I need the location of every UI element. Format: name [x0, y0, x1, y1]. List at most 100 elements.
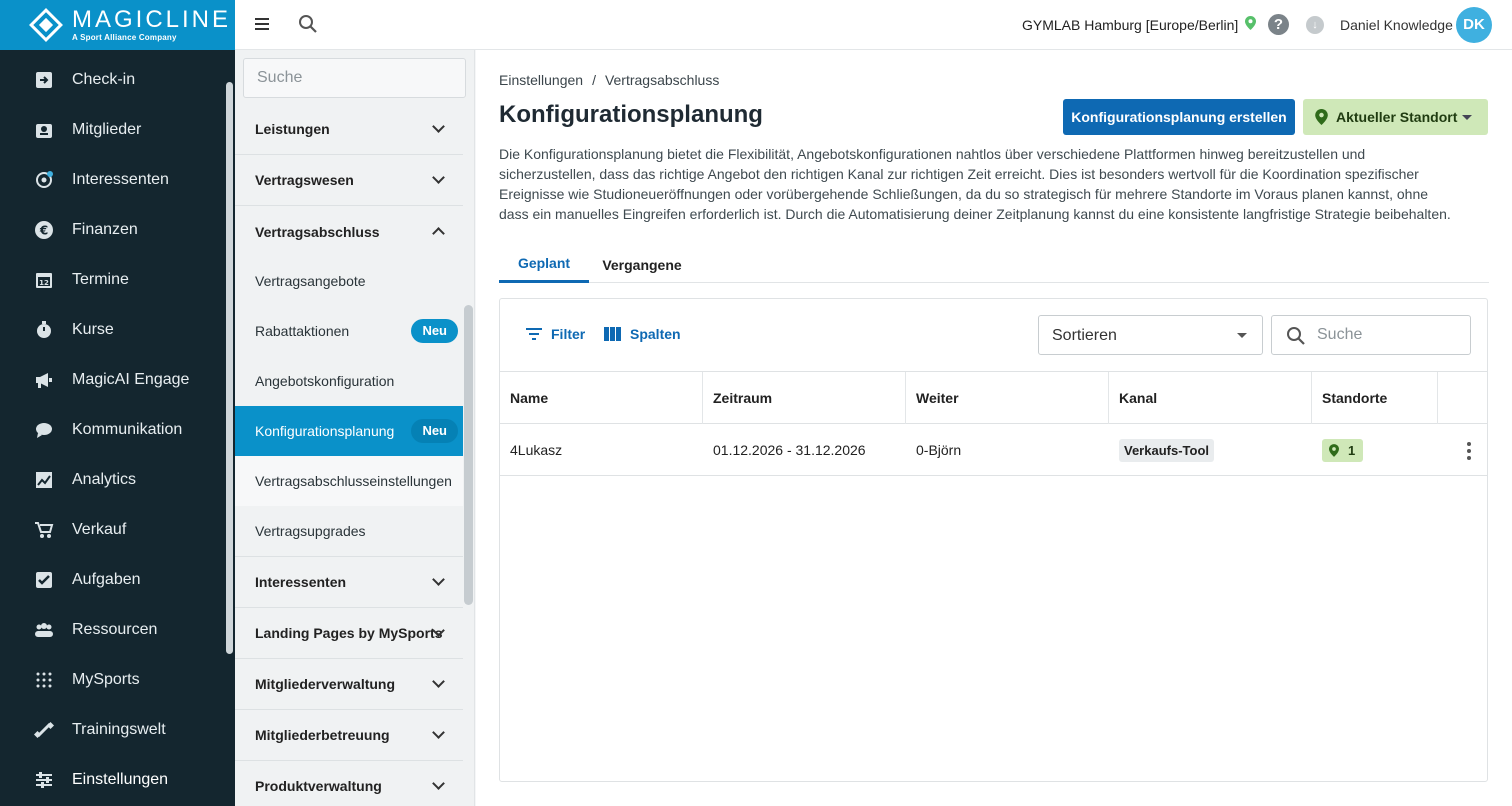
submenu-section-mitgliederverwaltung[interactable]: Mitgliederverwaltung: [235, 659, 463, 710]
nav-item-ressourcen[interactable]: Ressourcen: [0, 605, 225, 655]
top-bar: GYMLAB Hamburg [Europe/Berlin] ? ↓ Danie…: [235, 0, 1512, 50]
chevron-down-icon: [432, 171, 445, 184]
nav-label: Analytics: [72, 471, 137, 488]
submenu-section-vertragswesen[interactable]: Vertragswesen: [235, 155, 463, 206]
submenu-item-angebotskonfiguration[interactable]: Angebotskonfiguration: [235, 356, 463, 406]
table-search-placeholder: Suche: [1317, 326, 1363, 343]
column-header-kanal[interactable]: Kanal: [1109, 372, 1312, 424]
nav-label: Check-in: [72, 71, 136, 88]
column-header-name[interactable]: Name: [500, 372, 703, 424]
magicline-logo-icon: [28, 7, 64, 43]
nav-item-einstellungen[interactable]: Einstellungen: [0, 755, 225, 805]
submenu-item-vertragsupgrades[interactable]: Vertragsupgrades: [235, 506, 463, 557]
megaphone-icon: [34, 370, 54, 390]
sliders-icon: [34, 770, 54, 790]
table-header: Name Zeitraum Weiter Kanal Standorte: [500, 372, 1487, 424]
item-label: Vertragsangebote: [255, 273, 366, 289]
settings-submenu: Suche Leistungen Vertragswesen Vertragsa…: [235, 50, 475, 806]
dots-grid-icon: [34, 670, 54, 690]
submenu-item-konfigurationsplanung[interactable]: Konfigurationsplanung Neu: [235, 406, 463, 456]
tab-vergangene[interactable]: Vergangene: [595, 246, 689, 283]
nav-item-trainingswelt[interactable]: Trainingswelt: [0, 705, 225, 755]
nav-item-aufgaben[interactable]: Aufgaben: [0, 555, 225, 605]
submenu-item-rabattaktionen[interactable]: Rabattaktionen Neu: [235, 306, 463, 356]
submenu-scrollbar[interactable]: [464, 305, 473, 605]
locations-count: 1: [1348, 442, 1356, 458]
nav-item-check-in[interactable]: Check-in: [0, 55, 225, 105]
filter-button[interactable]: Filter: [526, 326, 585, 342]
nav-label: MagicAI Engage: [72, 371, 190, 388]
current-location-label: Aktueller Standort: [1336, 109, 1458, 125]
nav-item-magicai-engage[interactable]: MagicAI Engage: [0, 355, 225, 405]
location-selector[interactable]: GYMLAB Hamburg [Europe/Berlin]: [1022, 16, 1257, 33]
avatar[interactable]: DK: [1456, 7, 1492, 43]
chevron-down-icon: [432, 573, 445, 586]
columns-button[interactable]: Spalten: [604, 326, 681, 342]
caret-down-icon: [1462, 115, 1472, 120]
submenu-section-landing-pages[interactable]: Landing Pages by MySports: [235, 608, 463, 659]
map-pin-icon: [1329, 443, 1339, 457]
chevron-down-icon: [432, 726, 445, 739]
cell-channel: Verkaufs-Tool: [1109, 424, 1312, 476]
brand-tagline: A Sport Alliance Company: [72, 33, 177, 42]
columns-label: Spalten: [630, 326, 681, 342]
column-header-weiter[interactable]: Weiter: [906, 372, 1109, 424]
search-icon: [1287, 327, 1305, 345]
table-panel: Filter Spalten Sortieren Suche Name Zeit…: [499, 298, 1488, 782]
column-header-zeitraum[interactable]: Zeitraum: [703, 372, 906, 424]
members-icon: [34, 120, 54, 140]
sidebar-scrollbar[interactable]: [226, 82, 233, 654]
submenu-section-mitgliederbetreuung[interactable]: Mitgliederbetreuung: [235, 710, 463, 761]
nav-label: Verkauf: [72, 521, 127, 538]
filter-label: Filter: [551, 326, 586, 342]
nav-item-kommunikation[interactable]: Kommunikation: [0, 405, 225, 455]
table-row[interactable]: 4Lukasz 01.12.2026 - 31.12.2026 0-Björn …: [500, 424, 1487, 476]
nav-item-verkauf[interactable]: Verkauf: [0, 505, 225, 555]
cell-locations: 1: [1312, 424, 1438, 476]
nav-item-analytics[interactable]: Analytics: [0, 455, 225, 505]
nav-item-kurse[interactable]: Kurse: [0, 305, 225, 355]
section-label: Vertragsabschluss: [255, 223, 380, 240]
submenu-section-interessenten[interactable]: Interessenten: [235, 557, 463, 608]
page-title: Konfigurationsplanung: [499, 101, 763, 128]
submenu-item-vertragsangebote[interactable]: Vertragsangebote: [235, 256, 463, 306]
sort-placeholder: Sortieren: [1052, 327, 1117, 344]
nav-label: Termine: [72, 271, 129, 288]
map-pin-icon: [1245, 16, 1257, 33]
submenu-section-vertragsabschluss[interactable]: Vertragsabschluss: [235, 206, 463, 257]
tab-geplant[interactable]: Geplant: [499, 246, 589, 283]
item-label: Rabattaktionen: [255, 323, 350, 339]
section-label: Leistungen: [255, 121, 330, 137]
hamburger-menu-icon[interactable]: [255, 15, 273, 35]
nav-item-termine[interactable]: 12 Termine: [0, 255, 225, 305]
submenu-item-vertragsabschlusseinstellungen[interactable]: Vertragsabschlusseinstellungen: [235, 456, 463, 506]
breadcrumb-einstellungen[interactable]: Einstellungen: [499, 72, 583, 88]
nav-item-mitglieder[interactable]: Mitglieder: [0, 105, 225, 155]
submenu-search-input[interactable]: Suche: [243, 58, 466, 98]
checkbox-icon: [34, 570, 54, 590]
user-name[interactable]: Daniel Knowledge: [1340, 17, 1453, 33]
submenu-section-leistungen[interactable]: Leistungen: [235, 104, 463, 155]
nav-item-finanzen[interactable]: € Finanzen: [0, 205, 225, 255]
nav-label: Einstellungen: [72, 771, 169, 788]
sort-select[interactable]: Sortieren: [1038, 315, 1263, 355]
nav-item-mysports[interactable]: MySports: [0, 655, 225, 705]
map-pin-icon: [1315, 109, 1328, 125]
table-search-input[interactable]: Suche: [1271, 315, 1471, 355]
column-header-standorte[interactable]: Standorte: [1312, 372, 1438, 424]
current-location-button[interactable]: Aktueller Standort: [1303, 99, 1488, 135]
search-icon[interactable]: [298, 14, 318, 39]
section-label: Vertragswesen: [255, 172, 354, 188]
table-toolbar: Filter Spalten Sortieren Suche: [500, 299, 1487, 372]
section-label: Mitgliederbetreuung: [255, 727, 390, 743]
locations-chip[interactable]: 1: [1322, 438, 1364, 462]
breadcrumb-vertragsabschluss[interactable]: Vertragsabschluss: [605, 72, 719, 88]
logo[interactable]: MAGICLINE A Sport Alliance Company: [0, 0, 235, 50]
help-icon[interactable]: ?: [1268, 14, 1289, 35]
nav-item-interessenten[interactable]: Interessenten: [0, 155, 225, 205]
download-icon[interactable]: ↓: [1306, 16, 1324, 34]
create-plan-button[interactable]: Konfigurationsplanung erstellen: [1063, 99, 1295, 135]
submenu-section-produktverwaltung[interactable]: Produktverwaltung: [235, 761, 463, 806]
cell-name: 4Lukasz: [510, 442, 563, 458]
row-actions-kebab-icon[interactable]: [1467, 442, 1471, 463]
